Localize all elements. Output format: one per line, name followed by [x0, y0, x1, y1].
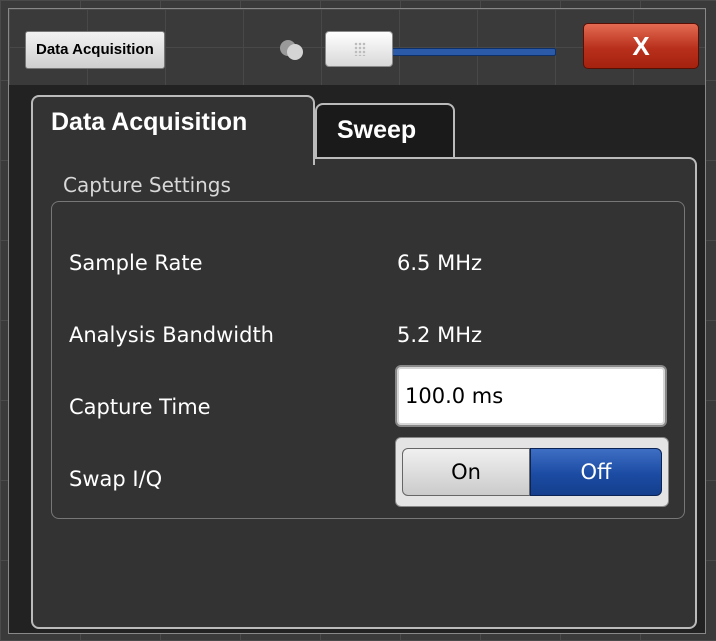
tab-sweep[interactable]: Sweep — [315, 103, 455, 159]
swap-iq-off-button[interactable]: Off — [530, 448, 662, 496]
group-title: Capture Settings — [63, 173, 231, 197]
analysis-bandwidth-value: 5.2 MHz — [397, 323, 483, 347]
dialog-window: Data Acquisition X Data Acquisition Swee… — [8, 8, 706, 634]
transparency-slider-thumb[interactable] — [325, 31, 393, 67]
dock-toggle-icon[interactable] — [277, 35, 307, 65]
sample-rate-value: 6.5 MHz — [397, 251, 483, 275]
close-button[interactable]: X — [583, 23, 699, 69]
tab-container: Data Acquisition Sweep Capture Settings … — [31, 95, 697, 629]
tab-label: Sweep — [337, 116, 417, 144]
swap-iq-label: Swap I/Q — [69, 467, 163, 491]
sample-rate-label: Sample Rate — [69, 251, 203, 275]
swap-iq-toggle: On Off — [395, 437, 669, 507]
window-title: Data Acquisition — [25, 31, 165, 69]
capture-time-input[interactable]: 100.0 ms — [395, 365, 667, 427]
analysis-bandwidth-label: Analysis Bandwidth — [69, 323, 274, 347]
title-bar: Data Acquisition X — [9, 9, 705, 85]
capture-time-label: Capture Time — [69, 395, 211, 419]
tab-panel: Capture Settings Sample Rate 6.5 MHz Ana… — [31, 157, 697, 629]
swap-iq-on-button[interactable]: On — [402, 448, 530, 496]
grip-icon — [354, 42, 366, 56]
tab-data-acquisition[interactable]: Data Acquisition — [31, 95, 315, 165]
close-icon: X — [632, 30, 650, 61]
tab-label: Data Acquisition — [51, 108, 248, 136]
